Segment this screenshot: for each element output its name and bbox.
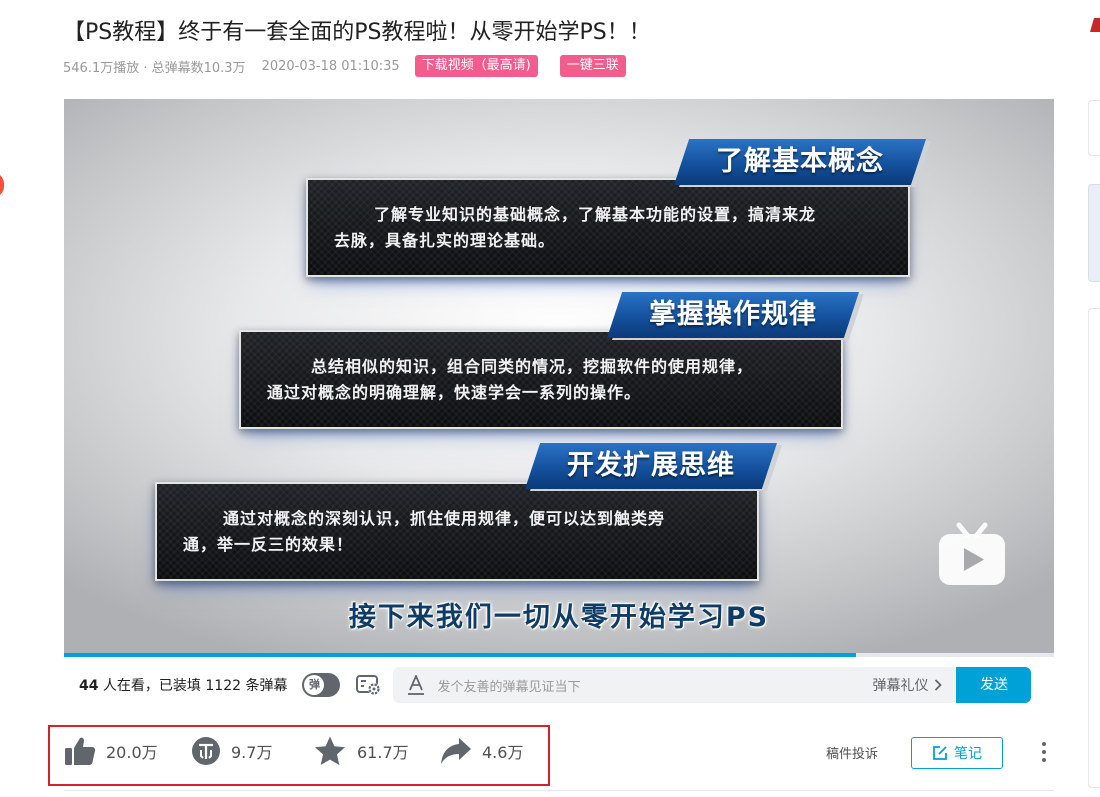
slide-card: 了解专业知识的基础概念，了解基本功能的设置，搞清来龙 去脉，具备扎实的理论基础。 bbox=[306, 178, 910, 277]
slide-card-line: 通，举一反三的效果！ bbox=[183, 535, 354, 554]
video-stats: 546.1万播放 · 总弹幕数10.3万 bbox=[63, 60, 246, 76]
viewer-info: 44 人在看，已装填 1122 条弹幕 bbox=[79, 675, 287, 695]
favorite-count: 61.7万 bbox=[357, 743, 409, 762]
right-panel-card[interactable] bbox=[1088, 100, 1100, 156]
slide-card-line: 总结相似的知识，组合同类的情况，挖掘软件的使用规律， bbox=[311, 357, 754, 376]
favorite-button[interactable]: 61.7万 bbox=[313, 734, 409, 768]
video-title: 【PS教程】终于有一套全面的PS教程啦！从零开始学PS！！ bbox=[63, 20, 651, 45]
danmaku-etiquette-label: 弹幕礼仪 bbox=[872, 678, 929, 694]
coin-count: 9.7万 bbox=[231, 743, 273, 762]
note-label: 笔记 bbox=[954, 746, 982, 762]
right-panel-card[interactable] bbox=[1088, 184, 1100, 282]
danmaku-placeholder: 发个友善的弹幕见证当下 bbox=[437, 679, 581, 695]
slide-card-heading: 了解基本概念 bbox=[674, 139, 926, 185]
viewer-text: 人在看，已装填 1122 条弹幕 bbox=[98, 678, 288, 694]
danmaku-input[interactable]: 发个友善的弹幕见证当下 弹幕礼仪 bbox=[393, 667, 957, 703]
danmaku-toggle-knob: 弹 bbox=[304, 675, 325, 695]
section-divider bbox=[64, 790, 1054, 791]
slide-card-line: 通过对概念的深刻认识，抓住使用规律，便可以达到触类旁 bbox=[223, 509, 666, 528]
more-options-icon[interactable] bbox=[1037, 740, 1051, 764]
right-edge-mark bbox=[1090, 18, 1100, 32]
slide-card-line: 了解专业知识的基础概念，了解基本功能的设置，搞清来龙 bbox=[374, 205, 817, 224]
note-button[interactable]: 笔记 bbox=[911, 737, 1003, 769]
right-panel-card[interactable] bbox=[1088, 308, 1100, 788]
danmaku-etiquette-link[interactable]: 弹幕礼仪 bbox=[872, 675, 943, 695]
like-count: 20.0万 bbox=[106, 743, 158, 762]
like-button[interactable]: 20.0万 bbox=[64, 734, 158, 768]
video-meta: 546.1万播放 · 总弹幕数10.3万 2020-03-18 01:10:35… bbox=[63, 54, 626, 78]
bilibili-tv-icon[interactable] bbox=[937, 521, 1007, 587]
danmaku-bar: 44 人在看，已装填 1122 条弹幕 弹 发个友善的弹幕见证当下 弹幕礼仪 发… bbox=[64, 657, 1054, 713]
thumbs-up-icon bbox=[65, 737, 96, 765]
video-caption: 接下来我们一切从零开始学习PS bbox=[348, 602, 770, 633]
share-arrow-icon bbox=[441, 738, 471, 764]
share-count: 4.6万 bbox=[482, 743, 524, 762]
slide-card-line: 去脉，具备扎实的理论基础。 bbox=[334, 231, 556, 250]
slide-card: 通过对概念的深刻认识，抓住使用规律，便可以达到触类旁 通，举一反三的效果！ bbox=[155, 482, 759, 581]
report-link[interactable]: 稿件投诉 bbox=[826, 743, 878, 762]
slide-card: 总结相似的知识，组合同类的情况，挖掘软件的使用规律， 通过对概念的明确理解，快速… bbox=[239, 330, 843, 429]
chevron-right-icon bbox=[935, 679, 943, 691]
danmaku-toggle[interactable]: 弹 bbox=[302, 673, 341, 697]
slide-card-heading: 掌握操作规律 bbox=[607, 292, 859, 338]
coin-icon bbox=[192, 737, 220, 765]
edit-note-icon bbox=[933, 746, 947, 760]
slide-card-body: 了解专业知识的基础概念，了解基本功能的设置，搞清来龙 去脉，具备扎实的理论基础。 bbox=[334, 202, 894, 254]
triple-action-button[interactable]: 一键三联 bbox=[559, 55, 626, 77]
send-danmaku-button[interactable]: 发送 bbox=[956, 667, 1032, 703]
slide-card-body: 总结相似的知识，组合同类的情况，挖掘软件的使用规律， 通过对概念的明确理解，快速… bbox=[267, 354, 827, 406]
share-button[interactable]: 4.6万 bbox=[440, 734, 523, 768]
slide-card-body: 通过对概念的深刻认识，抓住使用规律，便可以达到触类旁 通，举一反三的效果！ bbox=[183, 506, 743, 558]
video-player[interactable]: 了解专业知识的基础概念，了解基本功能的设置，搞清来龙 去脉，具备扎实的理论基础。… bbox=[64, 99, 1054, 653]
star-icon bbox=[315, 736, 345, 765]
slide-card-line: 通过对概念的明确理解，快速学会一系列的操作。 bbox=[267, 383, 642, 402]
danmaku-settings-icon[interactable] bbox=[356, 674, 382, 696]
coin-button[interactable]: 9.7万 bbox=[191, 734, 272, 768]
slide-card-heading: 开发扩展思维 bbox=[525, 443, 777, 489]
sidebar-edge-indicator bbox=[0, 172, 4, 198]
download-video-button[interactable]: 下载视频（最高请) bbox=[414, 55, 538, 77]
viewer-count: 44 bbox=[79, 678, 99, 694]
text-style-icon[interactable] bbox=[407, 675, 425, 695]
publish-date: 2020-03-18 01:10:35 bbox=[261, 58, 400, 74]
